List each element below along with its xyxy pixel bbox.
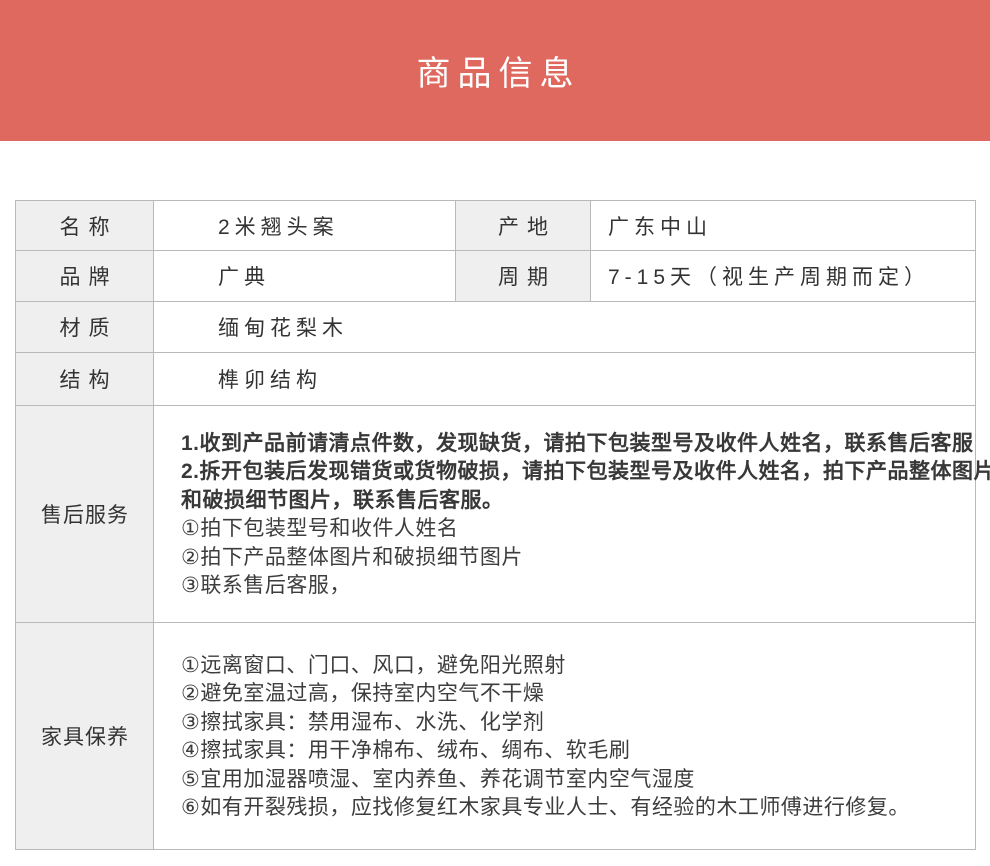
label-name: 名称 [16,201,154,251]
after-sales-step: ②拍下产品整体图片和破损细节图片 [181,544,959,573]
table-row-brand-cycle: 品牌 广典 周期 7-15天（视生产周期而定） [16,251,976,302]
value-structure: 榫卯结构 [154,353,976,406]
care-item: ①远离窗口、门口、风口，避免阳光照射 [181,652,959,681]
care-item: ②避免室温过高，保持室内空气不干燥 [181,680,959,709]
after-sales-line: 2.拆开包装后发现错货或货物破损，请拍下包装型号及收件人姓名，拍下产品整体图片 [181,458,959,487]
product-info-table: 名称 2米翘头案 产地 广东中山 品牌 广典 周期 7-15天（视生产周期而定）… [15,200,976,850]
after-sales-line: 和破损细节图片，联系售后客服。 [181,487,959,516]
label-material: 材质 [16,302,154,353]
label-brand: 品牌 [16,251,154,302]
label-structure: 结构 [16,353,154,406]
value-name: 2米翘头案 [154,201,456,251]
table-row-care: 家具保养 ①远离窗口、门口、风口，避免阳光照射 ②避免室温过高，保持室内空气不干… [16,623,976,850]
value-material: 缅甸花梨木 [154,302,976,353]
after-sales-line: 1.收到产品前请清点件数，发现缺货，请拍下包装型号及收件人姓名，联系售后客服 [181,430,959,459]
table-row-structure: 结构 榫卯结构 [16,353,976,406]
table-row-after-sales: 售后服务 1.收到产品前请清点件数，发现缺货，请拍下包装型号及收件人姓名，联系售… [16,406,976,623]
after-sales-step: ①拍下包装型号和收件人姓名 [181,515,959,544]
table-row-name-origin: 名称 2米翘头案 产地 广东中山 [16,201,976,251]
table-row-material: 材质 缅甸花梨木 [16,302,976,353]
value-cycle: 7-15天（视生产周期而定） [591,251,976,302]
value-origin: 广东中山 [591,201,976,251]
care-item: ③擦拭家具：禁用湿布、水洗、化学剂 [181,709,959,738]
care-item: ⑤宜用加湿器喷湿、室内养鱼、养花调节室内空气湿度 [181,766,959,795]
after-sales-step: ③联系售后客服， [181,572,959,601]
value-brand: 广典 [154,251,456,302]
label-cycle: 周期 [456,251,591,302]
label-origin: 产地 [456,201,591,251]
label-after-sales: 售后服务 [16,406,154,623]
care-item: ⑥如有开裂残损，应找修复红木家具专业人士、有经验的木工师傅进行修复。 [181,794,959,823]
page-title: 商品信息 [410,46,581,95]
care-item: ④擦拭家具：用干净棉布、绒布、绸布、软毛刷 [181,737,959,766]
after-sales-content: 1.收到产品前请清点件数，发现缺货，请拍下包装型号及收件人姓名，联系售后客服 2… [154,406,976,623]
header-banner: 商品信息 [0,0,990,141]
care-content: ①远离窗口、门口、风口，避免阳光照射 ②避免室温过高，保持室内空气不干燥 ③擦拭… [154,623,976,850]
label-care: 家具保养 [16,623,154,850]
